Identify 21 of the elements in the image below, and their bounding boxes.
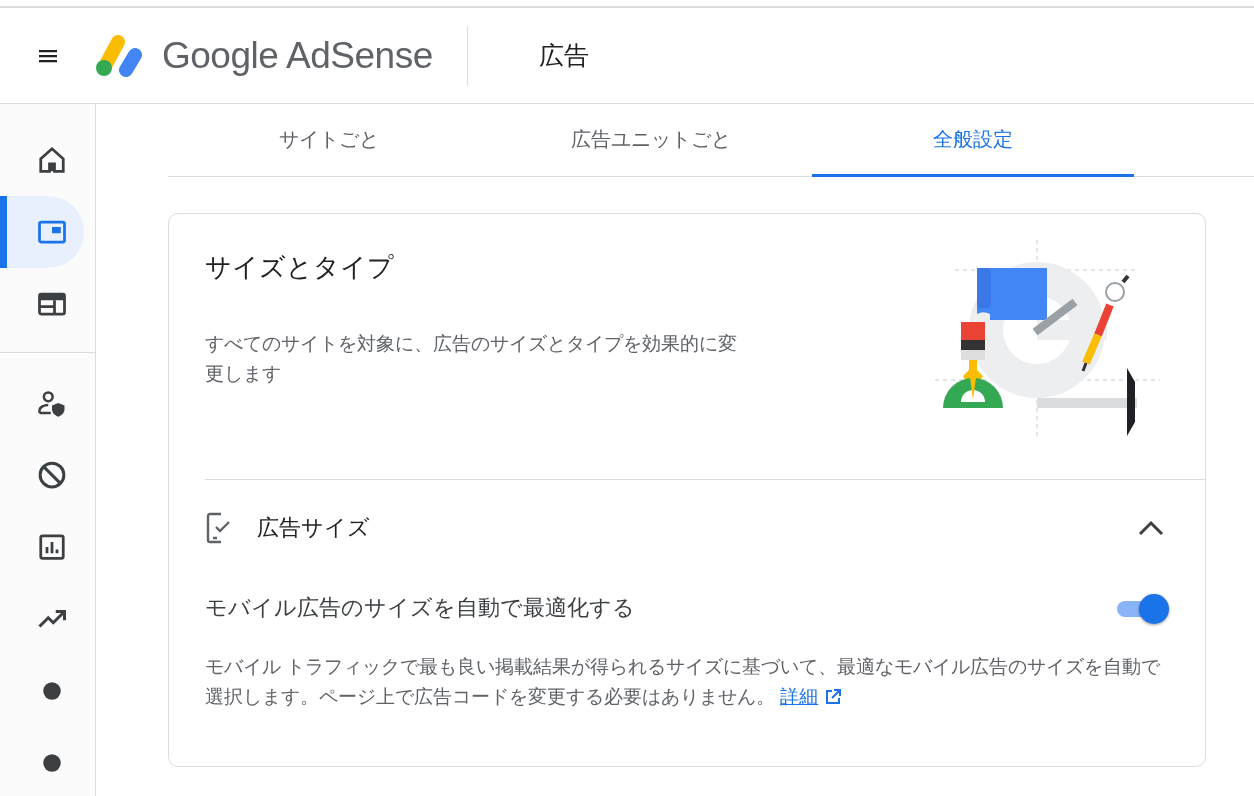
- product-name: Google AdSense: [162, 34, 433, 77]
- bar-chart-icon: [36, 532, 67, 562]
- person-shield-icon: [36, 388, 67, 418]
- setting-label: モバイル広告のサイズを自動で最適化する: [205, 594, 635, 622]
- section-title: 広告サイズ: [257, 514, 371, 542]
- external-link-icon: [824, 688, 843, 706]
- details-link[interactable]: 詳細: [780, 686, 819, 707]
- toggle-switch[interactable]: [1115, 592, 1171, 624]
- block-icon: [36, 460, 67, 490]
- chevron-icon: [1137, 519, 1165, 537]
- tab[interactable]: 全般設定: [812, 104, 1134, 177]
- card-title: サイズとタイプ: [205, 251, 395, 284]
- logo-icon: [94, 33, 144, 78]
- phone-check-icon: [205, 511, 231, 545]
- home-icon: [36, 145, 67, 175]
- setting-description: モバイル トラフィックで最も良い掲載結果が得られるサイズに基づいて、最適なモバイル広告のサイズを自動で選択します。ページ上で広告コードを変更する必要はありません。 詳細: [205, 655, 1162, 709]
- page-title: 広告: [538, 40, 589, 71]
- tab[interactable]: サイトごと: [168, 104, 490, 177]
- nav-item[interactable]: [0, 196, 84, 268]
- card-description: すべてのサイトを対象に、広告のサイズとタイプを効果的に変更します: [205, 332, 738, 386]
- tab[interactable]: 広告ユニットごと: [490, 104, 812, 177]
